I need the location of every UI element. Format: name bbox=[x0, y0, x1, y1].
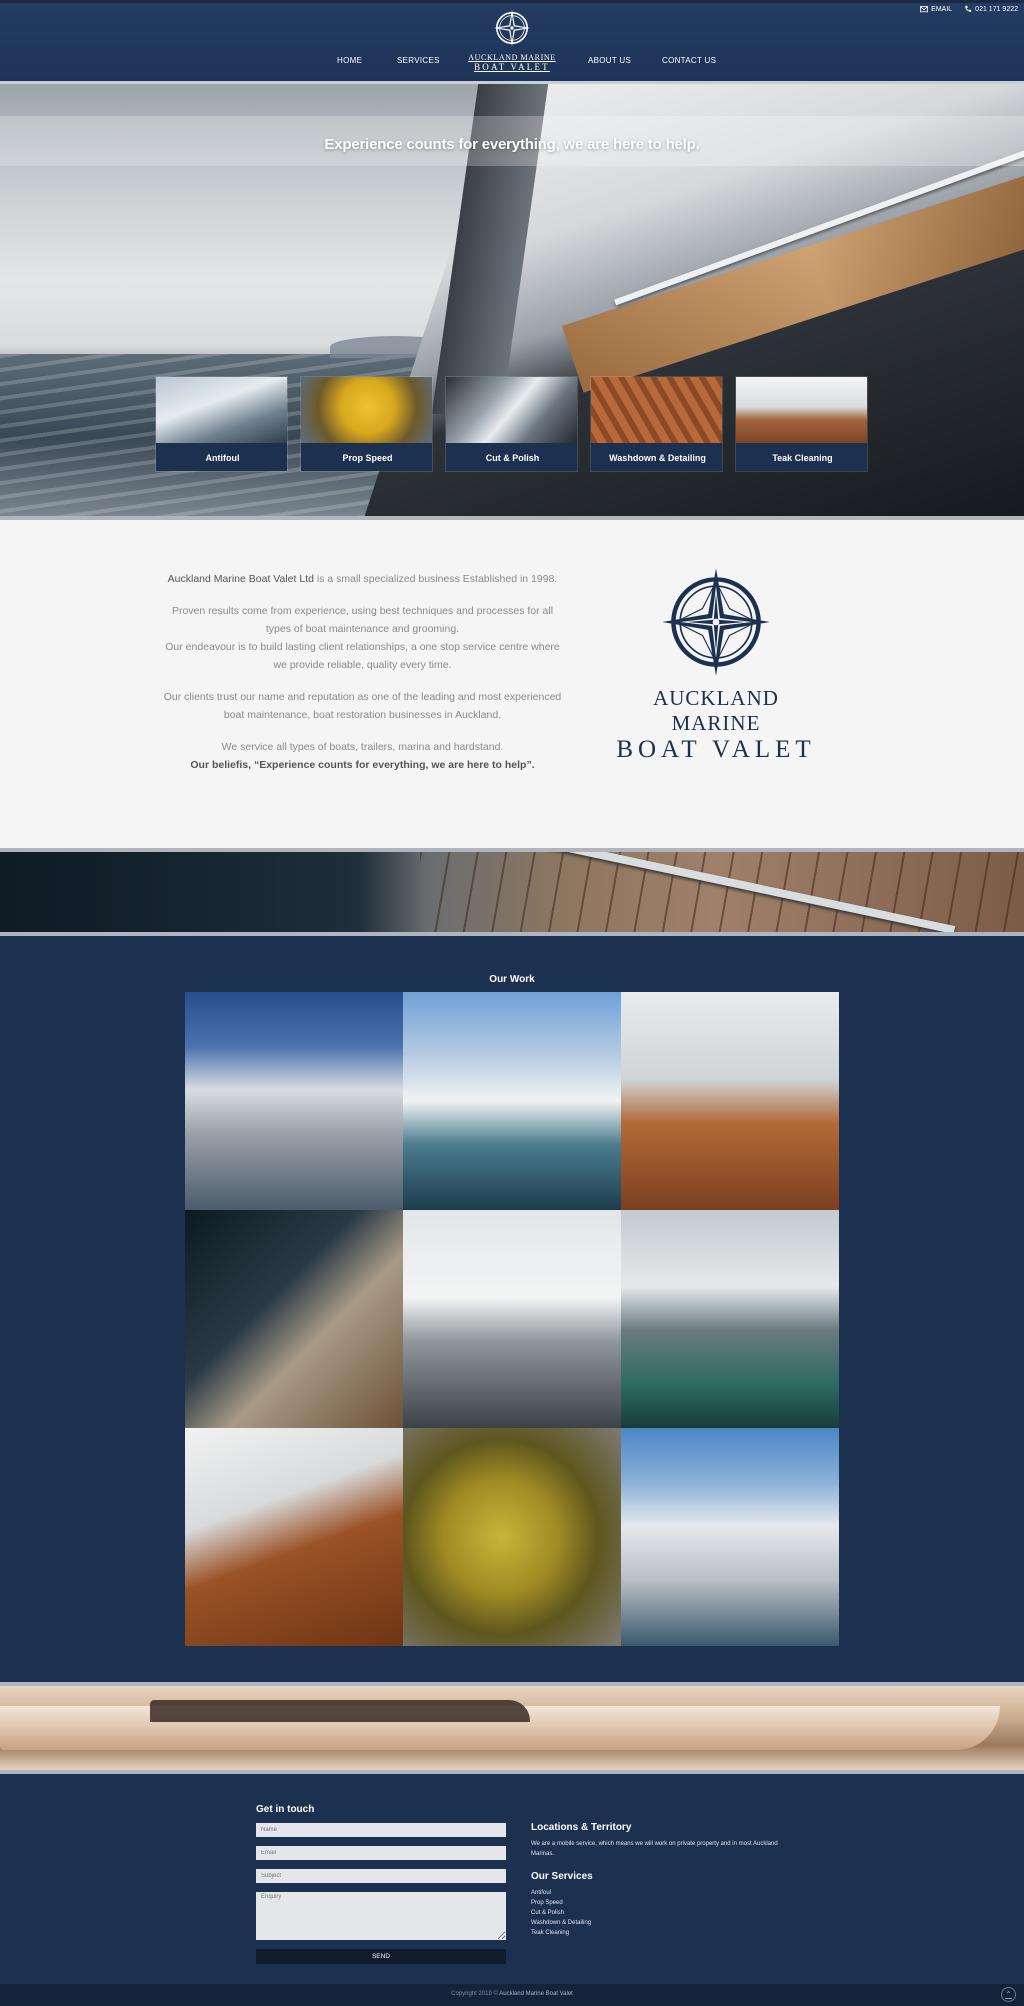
about-services: We service all types of boats, trailers,… bbox=[160, 738, 565, 774]
about-intro-rest: is a small specialized business Establis… bbox=[313, 573, 558, 585]
gallery-photo-stainless-rail[interactable] bbox=[185, 1210, 403, 1428]
header-logo[interactable]: AUCKLAND MARINE BOAT VALET bbox=[462, 8, 562, 72]
footer-service-item: Prop Speed bbox=[531, 1900, 563, 1906]
enquiry-field[interactable] bbox=[256, 1892, 506, 1940]
contact-form: Get in touch SEND bbox=[256, 1804, 506, 1964]
send-button[interactable]: SEND bbox=[256, 1949, 506, 1964]
service-tile-prop-speed[interactable]: Prop Speed bbox=[300, 376, 433, 472]
contact-info: Locations & Territory We are a mobile se… bbox=[531, 1822, 781, 1938]
our-services-title: Our Services bbox=[531, 1871, 593, 1882]
about-text: Auckland Marine Boat Valet Ltd is a smal… bbox=[160, 570, 565, 788]
gallery-photo-teak-locker[interactable] bbox=[185, 1428, 403, 1646]
header-logo-line2: BOAT VALET bbox=[474, 62, 550, 72]
phone-number: 021 171 9222 bbox=[975, 5, 1018, 13]
about-reputation: Our clients trust our name and reputatio… bbox=[163, 691, 562, 721]
site-header: EMAIL 021 171 9222 HOME SERVICES ABOUT U… bbox=[0, 0, 1024, 84]
service-label: Teak Cleaning bbox=[736, 443, 867, 471]
service-label: Cut & Polish bbox=[446, 443, 577, 471]
gallery-photo-hull-polishing[interactable] bbox=[403, 1210, 621, 1428]
work-gallery bbox=[185, 992, 839, 1646]
about-section: Auckland Marine Boat Valet Ltd is a smal… bbox=[0, 520, 1024, 848]
service-photo bbox=[156, 377, 287, 443]
hero-tagline: Experience counts for everything, we are… bbox=[324, 136, 700, 153]
contact-section: Get in touch SEND Locations & Territory … bbox=[0, 1774, 1024, 1984]
service-tile-antifoul[interactable]: Antifoul bbox=[155, 376, 288, 472]
email-link[interactable]: EMAIL bbox=[920, 5, 952, 13]
service-tile-washdown-detailing[interactable]: Washdown & Detailing bbox=[590, 376, 723, 472]
locations-text: We are a mobile service, which means we … bbox=[531, 1841, 778, 1857]
gallery-photo-bow-anchor[interactable] bbox=[621, 1428, 839, 1646]
footer-service-item: Washdown & Detailing bbox=[531, 1920, 592, 1926]
about-p2: Proven results come from experience, usi… bbox=[171, 605, 554, 635]
gallery-photo-marina-cruiser[interactable] bbox=[403, 992, 621, 1210]
about-logo-line1: AUCKLAND MARINE bbox=[653, 686, 779, 735]
copyright-company: Auckland Marine Boat Valet bbox=[499, 1991, 573, 1997]
header-logo-line1: AUCKLAND MARINE bbox=[468, 53, 556, 62]
nav-about-us[interactable]: ABOUT US bbox=[588, 56, 631, 65]
about-logo-line2: BOAT VALET bbox=[616, 736, 816, 763]
locations-title: Locations & Territory bbox=[531, 1822, 632, 1833]
service-label: Washdown & Detailing bbox=[591, 443, 722, 471]
yacht-window bbox=[150, 1700, 530, 1722]
footer-service-item: Teak Cleaning bbox=[531, 1930, 570, 1936]
gallery-photo-propeller[interactable] bbox=[403, 1428, 621, 1646]
our-work-section: Our Work bbox=[0, 936, 1024, 1682]
back-to-top-icon[interactable]: ⌃ bbox=[1001, 1987, 1016, 2002]
nav-services[interactable]: SERVICES bbox=[397, 56, 440, 65]
copyright-text: Copyright 2019 © Auckland Marine Boat Va… bbox=[0, 1991, 1024, 1997]
footer-service-item: Antifoul bbox=[531, 1890, 552, 1896]
email-field[interactable] bbox=[256, 1846, 506, 1860]
envelope-icon bbox=[920, 6, 929, 13]
about-experience: Proven results come from experience, usi… bbox=[160, 602, 565, 674]
service-photo bbox=[736, 377, 867, 443]
compass-rose-logo bbox=[662, 568, 770, 676]
about-logo: AUCKLAND MARINE BOAT VALET bbox=[606, 566, 826, 764]
copyright-prefix: Copyright 2019 © bbox=[451, 1991, 500, 1997]
phone-link[interactable]: 021 171 9222 bbox=[964, 5, 1018, 13]
about-p3: Our endeavour is to build lasting client… bbox=[165, 641, 560, 671]
compass-rose-logo bbox=[493, 9, 531, 47]
nav-home[interactable]: HOME bbox=[337, 56, 362, 65]
nav-contact-us[interactable]: CONTACT US bbox=[662, 56, 716, 65]
service-label: Prop Speed bbox=[301, 443, 432, 471]
service-photo bbox=[591, 377, 722, 443]
about-belief: Our beliefis, “Experience counts for eve… bbox=[190, 759, 535, 771]
service-tile-cut-polish[interactable]: Cut & Polish bbox=[445, 376, 578, 472]
email-label: EMAIL bbox=[931, 5, 953, 13]
parallax-strip-deck bbox=[0, 848, 1024, 936]
service-photo bbox=[446, 377, 577, 443]
phone-icon bbox=[965, 5, 972, 12]
subject-field[interactable] bbox=[256, 1869, 506, 1883]
about-p5: We service all types of boats, trailers,… bbox=[221, 741, 504, 753]
our-work-title: Our Work bbox=[489, 974, 535, 985]
contact-form-title: Get in touch bbox=[256, 1804, 315, 1815]
gallery-photo-deck-washing[interactable] bbox=[621, 992, 839, 1210]
name-field[interactable] bbox=[256, 1823, 506, 1837]
service-label: Antifoul bbox=[156, 443, 287, 471]
about-intro: Auckland Marine Boat Valet Ltd is a smal… bbox=[160, 570, 565, 588]
company-name: Auckland Marine Boat Valet Ltd bbox=[167, 573, 314, 585]
service-photo bbox=[301, 377, 432, 443]
hero-section: Experience counts for everything, we are… bbox=[0, 84, 1024, 520]
gallery-photo-marina-berth[interactable] bbox=[621, 1210, 839, 1428]
parallax-strip-yacht bbox=[0, 1682, 1024, 1774]
footer-services-list: Antifoul Prop Speed Cut & Polish Washdow… bbox=[531, 1888, 781, 1938]
contact-links: EMAIL 021 171 9222 bbox=[920, 5, 1018, 13]
copyright-bar: Copyright 2019 © Auckland Marine Boat Va… bbox=[0, 1984, 1024, 2006]
service-tile-teak-cleaning[interactable]: Teak Cleaning bbox=[735, 376, 868, 472]
gallery-photo-motor-yacht[interactable] bbox=[185, 992, 403, 1210]
footer-service-item: Cut & Polish bbox=[531, 1910, 565, 1916]
